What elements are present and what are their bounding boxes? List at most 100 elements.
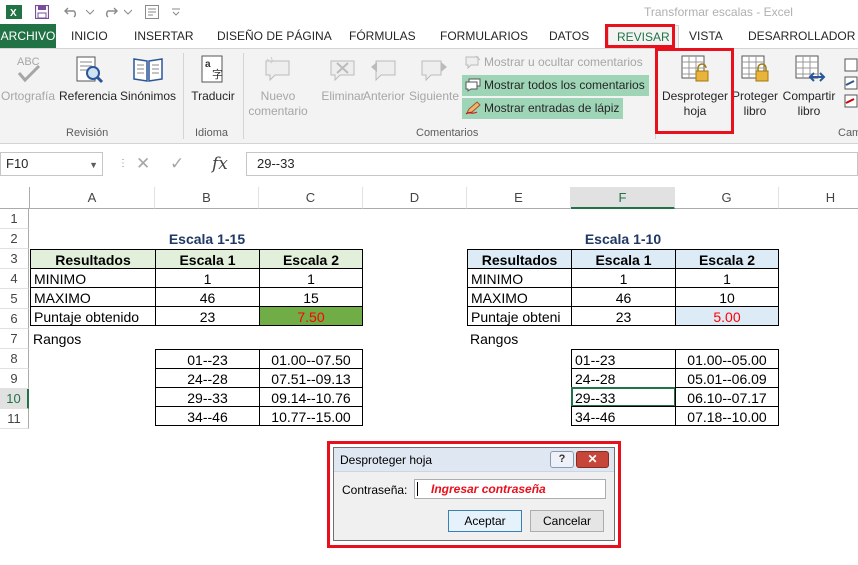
range-cell[interactable]: 34--46 — [571, 406, 676, 426]
tab-revisar[interactable]: REVISAR — [608, 25, 679, 48]
password-field[interactable]: Ingresar contraseña — [414, 479, 606, 499]
comentario-siguiente-button[interactable]: Siguiente — [408, 53, 460, 104]
row-header[interactable]: 10 — [0, 389, 29, 409]
mostrar-ocultar-comentarios-button[interactable]: Mostrar u ocultar comentarios — [462, 52, 647, 73]
row-header[interactable]: 6 — [0, 309, 29, 329]
table-header-cell[interactable]: Resultados — [30, 249, 156, 269]
table-cell[interactable]: Puntaje obteni — [467, 306, 572, 326]
column-header-h[interactable]: H — [779, 187, 858, 209]
range-cell[interactable]: 10.77--15.00 — [259, 406, 363, 426]
sinonimos-button[interactable]: Sinónimos — [118, 53, 178, 104]
formula-input[interactable]: 29--33 — [246, 152, 858, 176]
accept-button[interactable]: Aceptar — [448, 510, 522, 532]
table-cell[interactable]: 10 — [675, 287, 779, 307]
tab-formularios[interactable]: FORMULARIOS — [440, 24, 528, 48]
proteger-libro-button[interactable]: Proteger libro — [729, 53, 781, 119]
compartir-libro-button[interactable]: Compartir libro — [780, 53, 838, 119]
table-cell[interactable]: MINIMO — [30, 268, 156, 288]
rangos-label[interactable]: Rangos — [467, 329, 571, 349]
tab-datos[interactable]: DATOS — [549, 24, 589, 48]
row-header[interactable]: 11 — [0, 409, 29, 429]
column-header-b[interactable]: B — [155, 187, 259, 209]
table-cell[interactable]: 15 — [259, 287, 363, 307]
close-icon[interactable]: ✕ — [576, 451, 609, 468]
tab-vista[interactable]: VISTA — [689, 24, 723, 48]
left-table-title[interactable]: Escala 1-15 — [155, 229, 259, 249]
select-all-corner[interactable] — [0, 187, 30, 209]
table-cell[interactable]: 1 — [155, 268, 260, 288]
right-table-title[interactable]: Escala 1-10 — [571, 229, 675, 249]
tab-desarrollador[interactable]: DESARROLLADOR — [748, 24, 855, 48]
range-cell[interactable]: 07.18--10.00 — [675, 406, 779, 426]
range-cell[interactable]: 29--33 — [155, 387, 260, 407]
enter-icon[interactable]: ✓ — [170, 152, 184, 176]
table-cell[interactable]: 1 — [571, 268, 676, 288]
column-header-d[interactable]: D — [363, 187, 467, 209]
table-cell[interactable]: 23 — [155, 306, 260, 326]
range-cell[interactable]: 01--23 — [155, 349, 260, 369]
table-cell[interactable]: 1 — [675, 268, 779, 288]
row-header[interactable]: 1 — [0, 209, 29, 229]
help-icon[interactable]: ? — [550, 451, 574, 468]
range-cell[interactable]: 01--23 — [571, 349, 676, 369]
referencia-button[interactable]: Referencia — [58, 53, 118, 104]
column-header-e[interactable]: E — [467, 187, 571, 209]
row-header[interactable]: 8 — [0, 349, 29, 369]
selected-cell-f10[interactable]: 29--33 — [571, 387, 676, 407]
result-cell[interactable]: 5.00 — [675, 306, 779, 326]
row-header[interactable]: 5 — [0, 289, 29, 309]
table-header-cell[interactable]: Escala 2 — [259, 249, 363, 269]
cancel-button[interactable]: Cancelar — [530, 510, 604, 532]
range-cell[interactable]: 05.01--06.09 — [675, 368, 779, 388]
undo-icon[interactable] — [62, 3, 82, 21]
table-cell[interactable]: 23 — [571, 306, 676, 326]
name-box[interactable]: F10 ▼ — [0, 152, 103, 176]
chevron-down-icon[interactable]: ▼ — [89, 154, 98, 176]
table-cell[interactable]: 46 — [571, 287, 676, 307]
undo-dropdown-icon[interactable] — [80, 3, 100, 21]
table-cell[interactable]: MAXIMO — [467, 287, 572, 307]
row-header[interactable]: 4 — [0, 269, 29, 289]
traducir-button[interactable]: a字 Traducir — [187, 53, 239, 104]
column-header-g[interactable]: G — [675, 187, 779, 209]
customize-toolbar-icon[interactable] — [166, 3, 186, 21]
form-icon[interactable] — [142, 3, 162, 21]
table-cell[interactable]: 46 — [155, 287, 260, 307]
table-header-cell[interactable]: Escala 1 — [155, 249, 260, 269]
column-header-a[interactable]: A — [30, 187, 155, 209]
table-header-cell[interactable]: Escala 1 — [571, 249, 676, 269]
desproteger-hoja-button[interactable]: Desproteger hoja — [659, 53, 731, 119]
table-cell[interactable]: MAXIMO — [30, 287, 156, 307]
dialog-title-bar[interactable]: Desproteger hoja ? ✕ — [334, 448, 614, 472]
save-icon[interactable] — [32, 3, 52, 21]
column-header-c[interactable]: C — [259, 187, 363, 209]
rangos-label[interactable]: Rangos — [30, 329, 155, 349]
range-cell[interactable]: 07.51--09.13 — [259, 368, 363, 388]
range-cell[interactable]: 24--28 — [571, 368, 676, 388]
tab-archivo[interactable]: ARCHIVO — [0, 24, 56, 48]
nuevo-comentario-button[interactable]: Nuevo comentario — [247, 53, 309, 119]
table-cell[interactable]: MINIMO — [467, 268, 572, 288]
result-cell[interactable]: 7.50 — [259, 306, 363, 326]
range-cell[interactable]: 09.14--10.76 — [259, 387, 363, 407]
row-header[interactable]: 3 — [0, 249, 29, 269]
range-cell[interactable]: 34--46 — [155, 406, 260, 426]
row-header[interactable]: 9 — [0, 369, 29, 389]
range-cell[interactable]: 06.10--07.17 — [675, 387, 779, 407]
mostrar-todos-comentarios-button[interactable]: Mostrar todos los comentarios — [462, 75, 649, 96]
table-cell[interactable]: Puntaje obtenido — [30, 306, 156, 326]
table-header-cell[interactable]: Escala 2 — [675, 249, 779, 269]
redo-icon[interactable] — [100, 3, 120, 21]
tab-insertar[interactable]: INSERTAR — [134, 24, 194, 48]
insert-function-icon[interactable]: fx — [212, 152, 228, 176]
comentario-anterior-button[interactable]: Anterior — [361, 53, 407, 104]
tab-diseno-de-pagina[interactable]: DISEÑO DE PÁGINA — [217, 24, 332, 48]
range-cell[interactable]: 24--28 — [155, 368, 260, 388]
redo-dropdown-icon[interactable] — [118, 3, 138, 21]
mostrar-entradas-lapiz-button[interactable]: Mostrar entradas de lápiz — [462, 98, 624, 119]
column-header-f[interactable]: F — [571, 187, 675, 209]
tab-formulas[interactable]: FÓRMULAS — [349, 24, 416, 48]
track-changes-button[interactable] — [842, 53, 858, 117]
table-cell[interactable]: 1 — [259, 268, 363, 288]
range-cell[interactable]: 01.00--05.00 — [675, 349, 779, 369]
